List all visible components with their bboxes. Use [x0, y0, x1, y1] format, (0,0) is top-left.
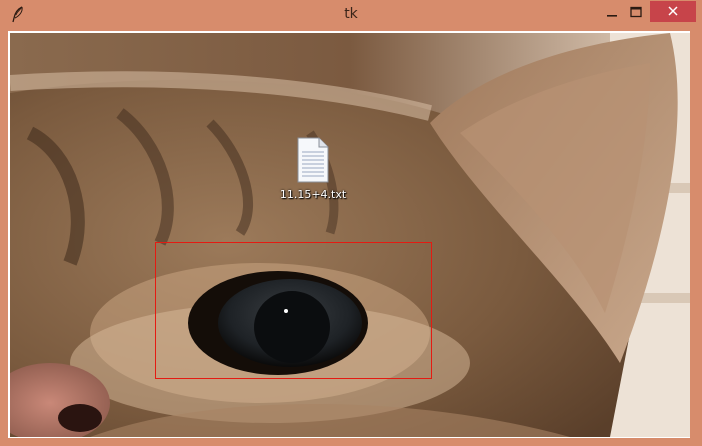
tk-window: tk 11.15+4.txt [0, 0, 702, 446]
close-icon [667, 2, 679, 21]
file-label[interactable]: 11.15+4.txt [268, 188, 358, 201]
maximize-icon [630, 3, 642, 22]
minimize-icon [606, 3, 618, 22]
text-file-icon[interactable] [293, 136, 333, 186]
image-canvas[interactable]: 11.15+4.txt [10, 33, 690, 437]
selection-rectangle [155, 242, 432, 379]
window-client-area: 11.15+4.txt [8, 31, 690, 438]
maximize-button[interactable] [622, 0, 650, 24]
title-bar[interactable]: tk [0, 0, 702, 30]
close-button[interactable] [650, 1, 696, 22]
window-title: tk [344, 6, 358, 22]
